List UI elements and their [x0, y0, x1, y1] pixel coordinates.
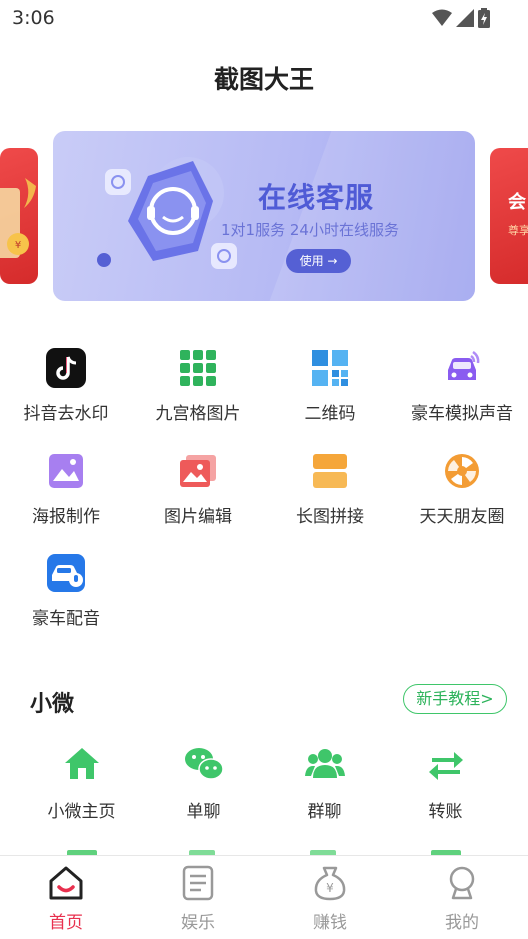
customer-service-icon	[97, 157, 237, 269]
status-bar: 3:06	[0, 0, 528, 36]
tool-label: 豪车模拟声音	[411, 404, 513, 424]
tool-label: 豪车配音	[32, 609, 100, 629]
tool-label: 天天朋友圈	[419, 507, 505, 527]
tab-label: 赚钱	[313, 913, 347, 933]
tool-label: 抖音去水印	[23, 404, 109, 424]
page-title: 截图大王	[213, 65, 314, 94]
tool-long-image[interactable]: 长图拼接	[264, 451, 396, 527]
nine-grid-icon	[180, 350, 216, 386]
tool-poster[interactable]: 海报制作	[0, 451, 132, 527]
qrcode-icon	[312, 350, 348, 386]
wifi-icon	[432, 9, 452, 26]
tiktok-icon	[46, 348, 86, 388]
photo-edit-icon	[180, 455, 216, 487]
car-sound-icon	[448, 350, 480, 380]
side-banner-title: 会	[508, 192, 526, 213]
tool-moments[interactable]: 天天朋友圈	[396, 451, 528, 527]
wechat-icon	[184, 748, 224, 780]
long-image-icon	[313, 454, 347, 488]
poster-icon	[49, 454, 83, 488]
mini-tool-single-chat[interactable]: 单聊	[143, 744, 264, 822]
tab-profile[interactable]: 我的	[396, 864, 528, 933]
mini-tool-label: 单聊	[186, 802, 221, 822]
battery-icon	[478, 8, 490, 28]
car-dubbing-icon	[47, 554, 85, 592]
section-title: 小微	[30, 692, 75, 717]
signal-icon	[456, 9, 474, 27]
customer-service-banner[interactable]: 在线客服 1对1服务 24小时在线服务 使用 →	[53, 131, 475, 301]
mini-tool-label: 转账	[428, 802, 463, 822]
side-banner-subtitle: 尊享	[508, 224, 528, 237]
mini-tool-transfer[interactable]: 转账	[385, 744, 506, 822]
profile-tab-icon	[449, 866, 475, 900]
home-icon	[64, 748, 99, 779]
banner-headline: 在线客服	[258, 181, 375, 214]
mini-tool-home[interactable]: 小微主页	[21, 744, 142, 822]
status-time: 3:06	[12, 7, 55, 29]
tool-tiktok-watermark[interactable]: 抖音去水印	[0, 348, 132, 424]
tool-car-dubbing[interactable]: 豪车配音	[0, 553, 132, 629]
banner-subtitle: 1对1服务 24小时在线服务	[221, 221, 399, 239]
money-bag-tab-icon: ¥	[314, 866, 346, 901]
banner-use-button[interactable]: 使用 →	[286, 249, 351, 273]
transfer-icon	[428, 752, 463, 780]
tab-label: 娱乐	[181, 913, 215, 933]
mini-tool-group-chat[interactable]: 群聊	[264, 744, 385, 822]
document-tab-icon	[182, 865, 214, 901]
home-tab-icon	[49, 866, 83, 900]
tool-qrcode[interactable]: 二维码	[264, 348, 396, 424]
banner-prev[interactable]: ¥	[0, 148, 38, 284]
svg-text:¥: ¥	[326, 881, 334, 895]
mini-tool-label: 小微主页	[47, 802, 116, 822]
tool-label: 长图拼接	[296, 507, 364, 527]
red-envelope-icon: ¥	[0, 178, 36, 258]
banner-next[interactable]: 会 尊享	[490, 148, 528, 284]
mini-tool-label: 群聊	[307, 802, 342, 822]
tab-label: 我的	[445, 913, 479, 933]
tab-earn-money[interactable]: ¥ 赚钱	[264, 864, 396, 933]
tutorial-button[interactable]: 新手教程>	[403, 684, 507, 714]
tab-label: 首页	[49, 913, 83, 933]
tool-photo-edit[interactable]: 图片编辑	[132, 451, 264, 527]
bottom-tab-bar: 首页 娱乐 ¥ 赚钱 我的	[0, 855, 528, 939]
tab-entertainment[interactable]: 娱乐	[132, 864, 264, 933]
moments-icon	[445, 454, 479, 488]
tool-car-sound[interactable]: 豪车模拟声音	[396, 348, 528, 424]
group-icon	[304, 749, 345, 778]
tab-home[interactable]: 首页	[0, 864, 132, 933]
tool-label: 海报制作	[32, 507, 100, 527]
tool-nine-grid[interactable]: 九宫格图片	[132, 348, 264, 424]
tool-label: 二维码	[304, 404, 356, 424]
tool-label: 图片编辑	[164, 507, 232, 527]
svg-text:¥: ¥	[15, 240, 21, 251]
tool-label: 九宫格图片	[155, 404, 241, 424]
